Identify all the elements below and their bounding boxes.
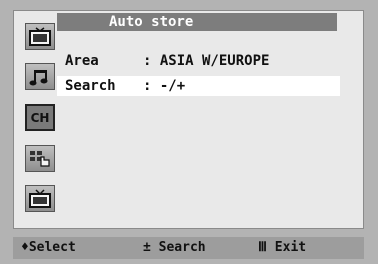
channel-icon[interactable]: CH <box>25 104 55 131</box>
channel-icon-label: CH <box>30 110 50 125</box>
exit-hint: Ⅲ Exit <box>258 237 306 259</box>
plus-minus-icon: ± <box>143 240 151 255</box>
area-value: : ASIA W/EUROPE <box>143 53 270 69</box>
area-label: Area <box>65 53 99 69</box>
area-row[interactable]: Area : ASIA W/EUROPE <box>57 51 340 71</box>
input-icon[interactable] <box>25 185 55 212</box>
menu-icon: Ⅲ <box>258 240 267 255</box>
sound-icon[interactable] <box>25 63 55 90</box>
sidebar: CH <box>14 11 64 228</box>
status-bar: ♦Select ± Search Ⅲ Exit <box>13 237 364 259</box>
menu-frame: CH <box>13 10 364 229</box>
select-hint: ♦Select <box>21 237 76 259</box>
picture-icon[interactable] <box>25 23 55 50</box>
search-row[interactable]: Search : -/+ <box>57 76 340 96</box>
tv-menu: CH Auto store Area: ASIA W/EUROPE Searc… <box>0 0 378 264</box>
search-hint-label: Search <box>158 240 206 255</box>
search-value: : -/+ <box>143 78 186 94</box>
menu-title: Auto store <box>57 13 337 31</box>
exit-label: Exit <box>274 240 307 255</box>
search-hint: ± Search <box>143 237 206 259</box>
select-label: Select <box>28 240 76 255</box>
setup-icon[interactable] <box>25 145 55 172</box>
updown-icon: ♦ <box>21 240 29 255</box>
search-label: Search <box>65 78 116 94</box>
